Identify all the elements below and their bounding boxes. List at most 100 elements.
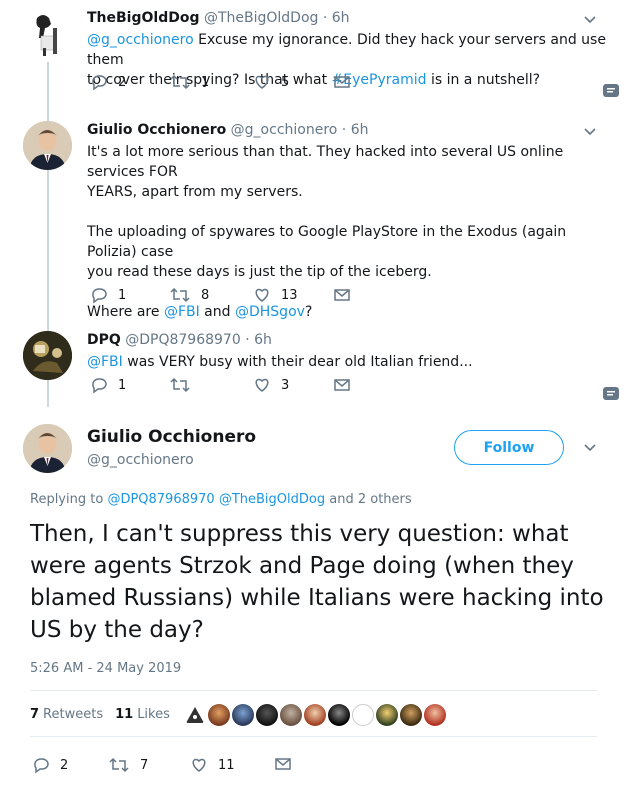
- mention-link[interactable]: @TheBigOldDog: [219, 492, 325, 507]
- envelope-icon: [334, 289, 350, 301]
- reply-button[interactable]: 2: [90, 73, 126, 91]
- mention-link[interactable]: @DHSgov: [235, 304, 305, 320]
- divider: [30, 690, 597, 691]
- tweet-text-part: Where are: [87, 304, 164, 320]
- author-handle[interactable]: @TheBigOldDog · 6h: [204, 10, 350, 26]
- like-count: 11: [218, 757, 235, 773]
- replying-to: Replying to @DPQ87968970 @TheBigOldDog a…: [30, 492, 412, 507]
- liker-avatar[interactable]: [208, 704, 230, 726]
- dm-button[interactable]: [333, 287, 361, 303]
- replying-suffix[interactable]: and 2 others: [325, 492, 411, 507]
- retweet-button[interactable]: [169, 376, 201, 394]
- heart-icon: [255, 75, 269, 89]
- dm-badge-icon[interactable]: [602, 83, 620, 99]
- reply-count: 2: [118, 74, 127, 90]
- dm-badge-icon[interactable]: [602, 386, 620, 402]
- author-name[interactable]: TheBigOldDog: [87, 10, 200, 26]
- tweet-meta: DPQ @DPQ87968970 · 6h: [87, 332, 272, 348]
- mention-link[interactable]: @DPQ87968970: [107, 492, 214, 507]
- like-button[interactable]: 13: [253, 286, 298, 304]
- dm-button[interactable]: [333, 74, 361, 90]
- retweet-icon: [170, 377, 190, 393]
- like-button[interactable]: 5: [253, 73, 289, 91]
- dm-button[interactable]: [333, 377, 361, 393]
- avatar[interactable]: [23, 331, 72, 380]
- retweets-count: 7: [30, 707, 40, 722]
- main-author-handle[interactable]: @g_occhionero: [87, 452, 194, 468]
- mention-link[interactable]: @FBI: [164, 304, 200, 320]
- reply-button[interactable]: 1: [90, 376, 126, 394]
- like-count: 3: [281, 377, 290, 393]
- liker-avatar[interactable]: [304, 704, 326, 726]
- reply-button[interactable]: 1: [90, 286, 126, 304]
- retweet-icon: [170, 287, 190, 303]
- liker-avatar[interactable]: [424, 704, 446, 726]
- like-count: 5: [281, 74, 290, 90]
- tweet-timestamp[interactable]: 5:26 AM - 24 May 2019: [30, 661, 181, 676]
- retweet-button[interactable]: 8: [169, 286, 209, 304]
- liker-avatar[interactable]: [232, 704, 254, 726]
- tweet-text-part: is in a nutshell?: [426, 72, 541, 88]
- retweet-button[interactable]: 1: [169, 73, 209, 91]
- liker-avatar[interactable]: [256, 704, 278, 726]
- tweet-meta: Giulio Occhionero @g_occhionero · 6h: [87, 122, 368, 138]
- avatar[interactable]: [23, 121, 72, 170]
- follow-button[interactable]: Follow: [454, 430, 564, 465]
- reply-count: 1: [118, 377, 127, 393]
- author-name[interactable]: Giulio Occhionero: [87, 122, 226, 138]
- dm-button[interactable]: [274, 756, 302, 772]
- mention-link[interactable]: @FBI: [87, 354, 123, 370]
- liker-avatars: [184, 704, 448, 726]
- tweet-meta: TheBigOldDog @TheBigOldDog · 6h: [87, 10, 350, 26]
- envelope-icon: [275, 758, 291, 770]
- divider: [30, 736, 597, 737]
- like-button[interactable]: 11: [190, 756, 235, 774]
- caret-down-icon[interactable]: [583, 441, 597, 455]
- tweet-paragraph: The uploading of spywares to Google Play…: [87, 224, 567, 280]
- liker-avatar[interactable]: [352, 704, 374, 726]
- liker-avatar[interactable]: [280, 704, 302, 726]
- reply-icon: [92, 288, 107, 304]
- caret-down-icon[interactable]: [583, 125, 597, 139]
- caret-down-icon[interactable]: [583, 13, 597, 27]
- tweet-text-part: ?: [304, 304, 313, 320]
- retweet-icon: [109, 757, 129, 773]
- liker-avatar[interactable]: [400, 704, 422, 726]
- liker-avatar[interactable]: [376, 704, 398, 726]
- likes-stat[interactable]: 11 Likes: [115, 707, 170, 722]
- retweet-icon: [170, 74, 190, 90]
- retweet-count: 1: [201, 74, 210, 90]
- main-avatar[interactable]: [23, 424, 72, 473]
- retweet-count: 7: [140, 757, 149, 773]
- main-author-name[interactable]: Giulio Occhionero: [87, 427, 256, 447]
- envelope-icon: [334, 379, 350, 391]
- reply-icon: [34, 758, 49, 774]
- like-count: 13: [281, 287, 298, 303]
- reply-icon: [92, 75, 107, 91]
- tweet-paragraph: It's a lot more serious than that. They …: [87, 144, 564, 200]
- author-handle[interactable]: @g_occhionero · 6h: [231, 122, 369, 138]
- like-button[interactable]: 3: [253, 376, 289, 394]
- retweet-count: 8: [201, 287, 210, 303]
- reply-button[interactable]: 2: [32, 756, 68, 774]
- engagement-stats: 7 Retweets 11 Likes: [30, 707, 170, 722]
- avatar[interactable]: [23, 10, 72, 59]
- author-name[interactable]: DPQ: [87, 332, 121, 348]
- liker-avatar[interactable]: [328, 704, 350, 726]
- likes-label: Likes: [137, 707, 170, 722]
- heart-icon: [255, 288, 269, 302]
- tweet-text-part: and: [199, 304, 235, 320]
- main-tweet-text: Then, I can't suppress this very questio…: [30, 521, 604, 643]
- tweet-text-part: was VERY busy with their dear old Italia…: [122, 354, 473, 370]
- likes-count: 11: [115, 707, 134, 722]
- reply-icon: [92, 378, 107, 394]
- retweets-label: Retweets: [43, 707, 104, 722]
- retweet-button[interactable]: 7: [108, 756, 148, 774]
- envelope-icon: [334, 76, 350, 88]
- retweets-stat[interactable]: 7 Retweets: [30, 707, 103, 722]
- eye-pyramid-avatar[interactable]: [184, 704, 206, 726]
- replying-prefix: Replying to: [30, 492, 108, 507]
- author-handle[interactable]: @DPQ87968970 · 6h: [125, 332, 272, 348]
- heart-icon: [255, 378, 269, 392]
- mention-link[interactable]: @g_occhionero: [87, 32, 194, 48]
